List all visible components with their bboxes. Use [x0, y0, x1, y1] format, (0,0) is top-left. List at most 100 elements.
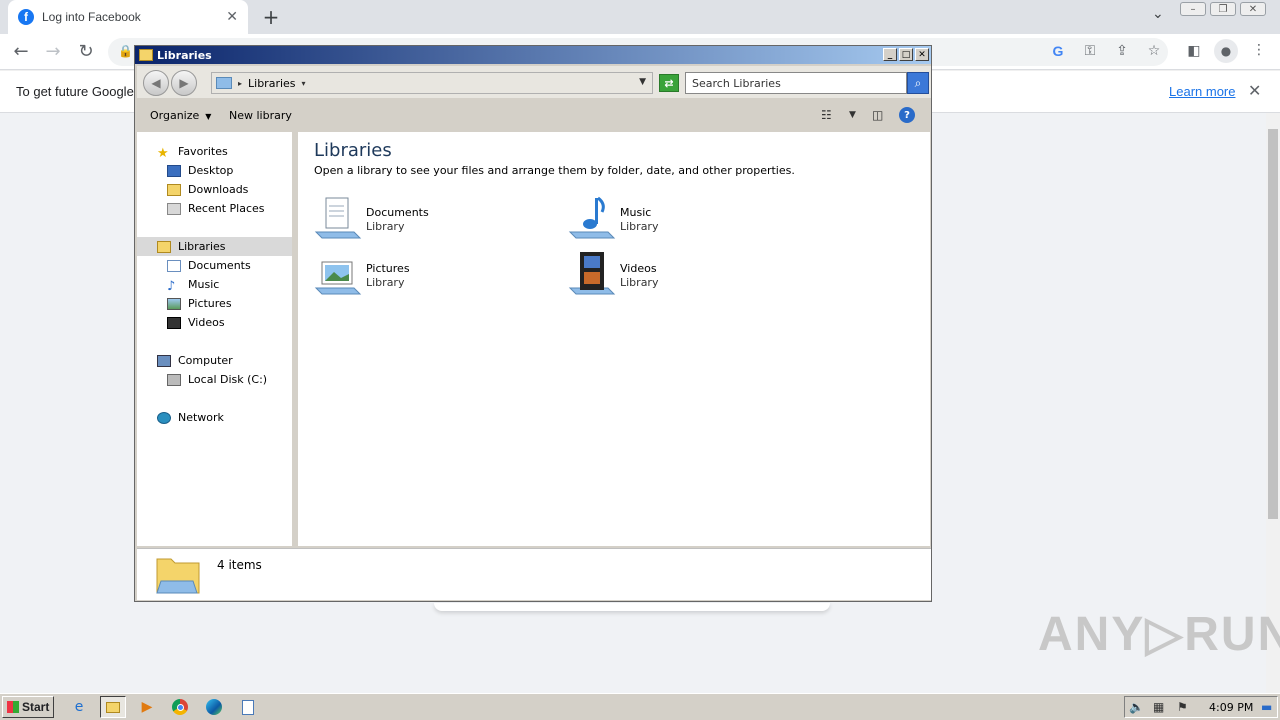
nav-computer[interactable]: Computer: [137, 351, 292, 370]
internet-explorer-icon[interactable]: e: [66, 696, 92, 718]
volume-icon[interactable]: 🔈: [1129, 700, 1144, 714]
explorer-maximize-button[interactable]: □: [899, 48, 913, 61]
notepad-icon[interactable]: [235, 696, 261, 718]
organize-button[interactable]: Organize ▼: [150, 109, 211, 122]
facebook-favicon-icon: f: [18, 9, 34, 25]
explorer-titlebar[interactable]: Libraries _ □ ✕: [135, 46, 931, 64]
explorer-command-bar: Organize ▼ New library ☷ ▼ ◫ ?: [137, 100, 931, 132]
nav-downloads[interactable]: Downloads: [137, 180, 292, 199]
library-name: Videos: [620, 262, 657, 275]
nav-network[interactable]: Network: [137, 408, 292, 427]
star-icon: ★: [157, 145, 169, 161]
key-icon[interactable]: ⚿: [1081, 43, 1099, 59]
explorer-address-row: ◀ ▶ ▸ Libraries ▾ ▼ ⇄ Search Libraries ⌕: [137, 66, 931, 98]
google-icon[interactable]: G: [1049, 43, 1067, 59]
reload-icon[interactable]: ↻: [75, 41, 97, 62]
explorer-taskbar-icon[interactable]: [100, 696, 126, 718]
network-tray-icon[interactable]: ▦: [1153, 700, 1164, 714]
learn-more-link[interactable]: Learn more: [1169, 84, 1235, 99]
nav-videos[interactable]: Videos: [137, 313, 292, 332]
restore-button[interactable]: ❐: [1210, 2, 1236, 16]
nav-local-disk[interactable]: Local Disk (C:): [137, 370, 292, 389]
browser-tabstrip: f Log into Facebook ✕ + ⌄ – ❐ ✕: [0, 0, 1280, 34]
libraries-content-pane: Libraries Open a library to see your fil…: [298, 132, 930, 546]
bookmark-star-icon[interactable]: ☆: [1145, 43, 1163, 59]
nav-favorites[interactable]: ★ Favorites: [137, 142, 292, 161]
scrollbar-thumb[interactable]: [1268, 129, 1278, 519]
explorer-close-button[interactable]: ✕: [915, 48, 929, 61]
address-history-dropdown-icon[interactable]: ▼: [639, 77, 646, 87]
new-tab-button[interactable]: +: [260, 5, 282, 29]
profile-avatar-icon[interactable]: ●: [1214, 39, 1238, 63]
system-tray: 🔈 ▦ ⚑ 4:09 PM ▬: [1124, 696, 1278, 718]
library-type: Library: [366, 220, 405, 233]
nav-libraries[interactable]: Libraries: [137, 237, 292, 256]
minimize-button[interactable]: –: [1180, 2, 1206, 16]
preview-pane-icon[interactable]: ◫: [872, 108, 883, 122]
navigation-pane: ★ Favorites Desktop Downloads Recent Plac…: [137, 132, 295, 546]
new-library-button[interactable]: New library: [229, 109, 292, 122]
show-desktop-icon[interactable]: ▬: [1261, 700, 1272, 714]
edge-icon[interactable]: [201, 696, 227, 718]
nav-documents[interactable]: Documents: [137, 256, 292, 275]
tab-close-icon[interactable]: ✕: [226, 9, 238, 25]
info-bar-close-icon[interactable]: ✕: [1248, 81, 1261, 100]
music-note-icon: ♪: [167, 278, 176, 294]
library-pictures[interactable]: Pictures Library: [314, 250, 544, 300]
library-type: Library: [366, 276, 405, 289]
desktop-icon: [167, 164, 181, 177]
library-music[interactable]: Music Library: [568, 194, 798, 244]
library-type: Library: [620, 220, 659, 233]
anyrun-watermark: ANY▷RUN: [1038, 608, 1280, 661]
share-icon[interactable]: ⇪: [1113, 43, 1131, 59]
explorer-address-bar[interactable]: ▸ Libraries ▾ ▼: [211, 72, 653, 94]
breadcrumb-dropdown-icon[interactable]: ▾: [302, 79, 306, 88]
library-name: Documents: [366, 206, 429, 219]
clock[interactable]: 4:09 PM: [1209, 701, 1253, 714]
documents-library-icon: [314, 197, 362, 239]
side-panel-icon[interactable]: ◧: [1185, 43, 1203, 59]
pictures-library-icon: [314, 261, 362, 295]
library-videos[interactable]: Videos Library: [568, 250, 798, 300]
videos-film-icon: [167, 316, 181, 329]
chrome-icon[interactable]: [167, 696, 193, 718]
library-type: Library: [620, 276, 659, 289]
local-disk-icon: [167, 373, 181, 386]
search-input[interactable]: Search Libraries: [685, 72, 907, 94]
nav-pictures[interactable]: Pictures: [137, 294, 292, 313]
library-documents[interactable]: Documents Library: [314, 194, 544, 244]
tab-search-chevron-icon[interactable]: ⌄: [1152, 6, 1164, 22]
libraries-description: Open a library to see your files and arr…: [314, 164, 795, 177]
libraries-large-folder-icon: [156, 558, 200, 594]
tab-title: Log into Facebook: [42, 10, 141, 24]
nav-music[interactable]: ♪ Music: [137, 275, 292, 294]
address-separator-icon[interactable]: ▸: [238, 79, 242, 88]
explorer-forward-icon[interactable]: ▶: [171, 70, 197, 96]
library-name: Music: [620, 206, 652, 219]
explorer-window: Libraries _ □ ✕ ◀ ▶ ▸ Libraries ▾ ▼ ⇄ Se…: [134, 45, 932, 602]
view-options-dropdown-icon[interactable]: ▼: [849, 110, 856, 120]
windows-flag-icon: [7, 701, 19, 713]
close-window-button[interactable]: ✕: [1240, 2, 1266, 16]
downloads-folder-icon: [167, 183, 181, 196]
start-button[interactable]: Start: [2, 696, 54, 718]
chrome-menu-icon[interactable]: ⋮: [1252, 42, 1266, 58]
refresh-icon[interactable]: ⇄: [659, 74, 679, 92]
media-player-icon[interactable]: ▶: [134, 696, 160, 718]
nav-recent-places[interactable]: Recent Places: [137, 199, 292, 218]
explorer-back-icon[interactable]: ◀: [143, 70, 169, 96]
details-pane: 4 items: [137, 548, 931, 600]
nav-desktop[interactable]: Desktop: [137, 161, 292, 180]
back-arrow-icon[interactable]: ←: [10, 41, 32, 62]
change-view-icon[interactable]: ☷: [821, 108, 832, 122]
action-center-flag-icon[interactable]: ⚑: [1177, 700, 1188, 714]
search-icon[interactable]: ⌕: [907, 72, 929, 94]
help-icon[interactable]: ?: [899, 107, 915, 123]
info-bar-message: To get future Google: [16, 84, 134, 99]
explorer-minimize-button[interactable]: _: [883, 48, 897, 61]
lock-icon[interactable]: 🔒: [118, 44, 133, 58]
forward-arrow-icon[interactable]: →: [42, 41, 64, 62]
breadcrumb-libraries[interactable]: Libraries: [248, 77, 296, 90]
network-globe-icon: [157, 411, 171, 424]
tab-facebook[interactable]: f Log into Facebook ✕: [8, 0, 248, 34]
